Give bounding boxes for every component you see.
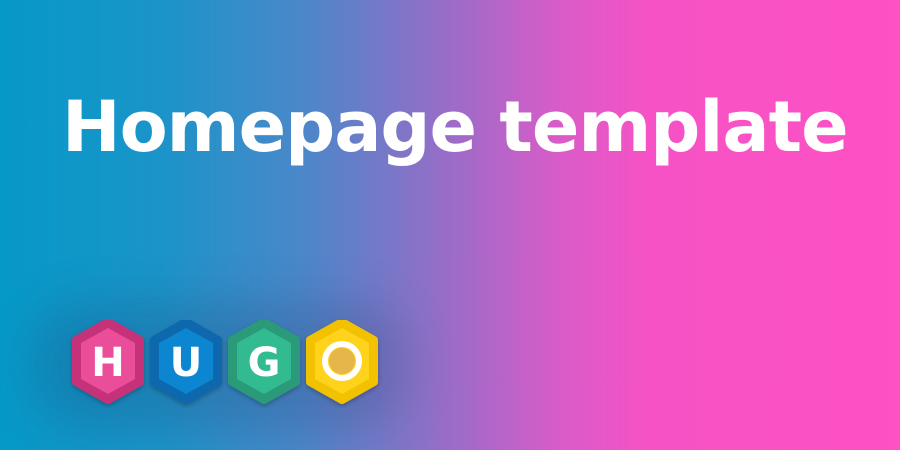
logo-letter-u: U bbox=[170, 340, 202, 386]
logo-letter-h-hexagon: H bbox=[72, 320, 144, 404]
logo-letter-h: H bbox=[91, 340, 124, 386]
logo-letter-g: G bbox=[248, 340, 281, 386]
logo-letter-g-hexagon: G bbox=[228, 320, 300, 404]
logo-letter-o-hexagon: O bbox=[306, 320, 378, 404]
logo-letter-o-fill bbox=[329, 348, 355, 374]
logo-letter-u-hexagon: U bbox=[150, 320, 222, 404]
hugo-logo: H U G O bbox=[72, 320, 378, 404]
banner: Homepage template H U G bbox=[0, 0, 900, 450]
page-title: Homepage template bbox=[62, 86, 849, 168]
